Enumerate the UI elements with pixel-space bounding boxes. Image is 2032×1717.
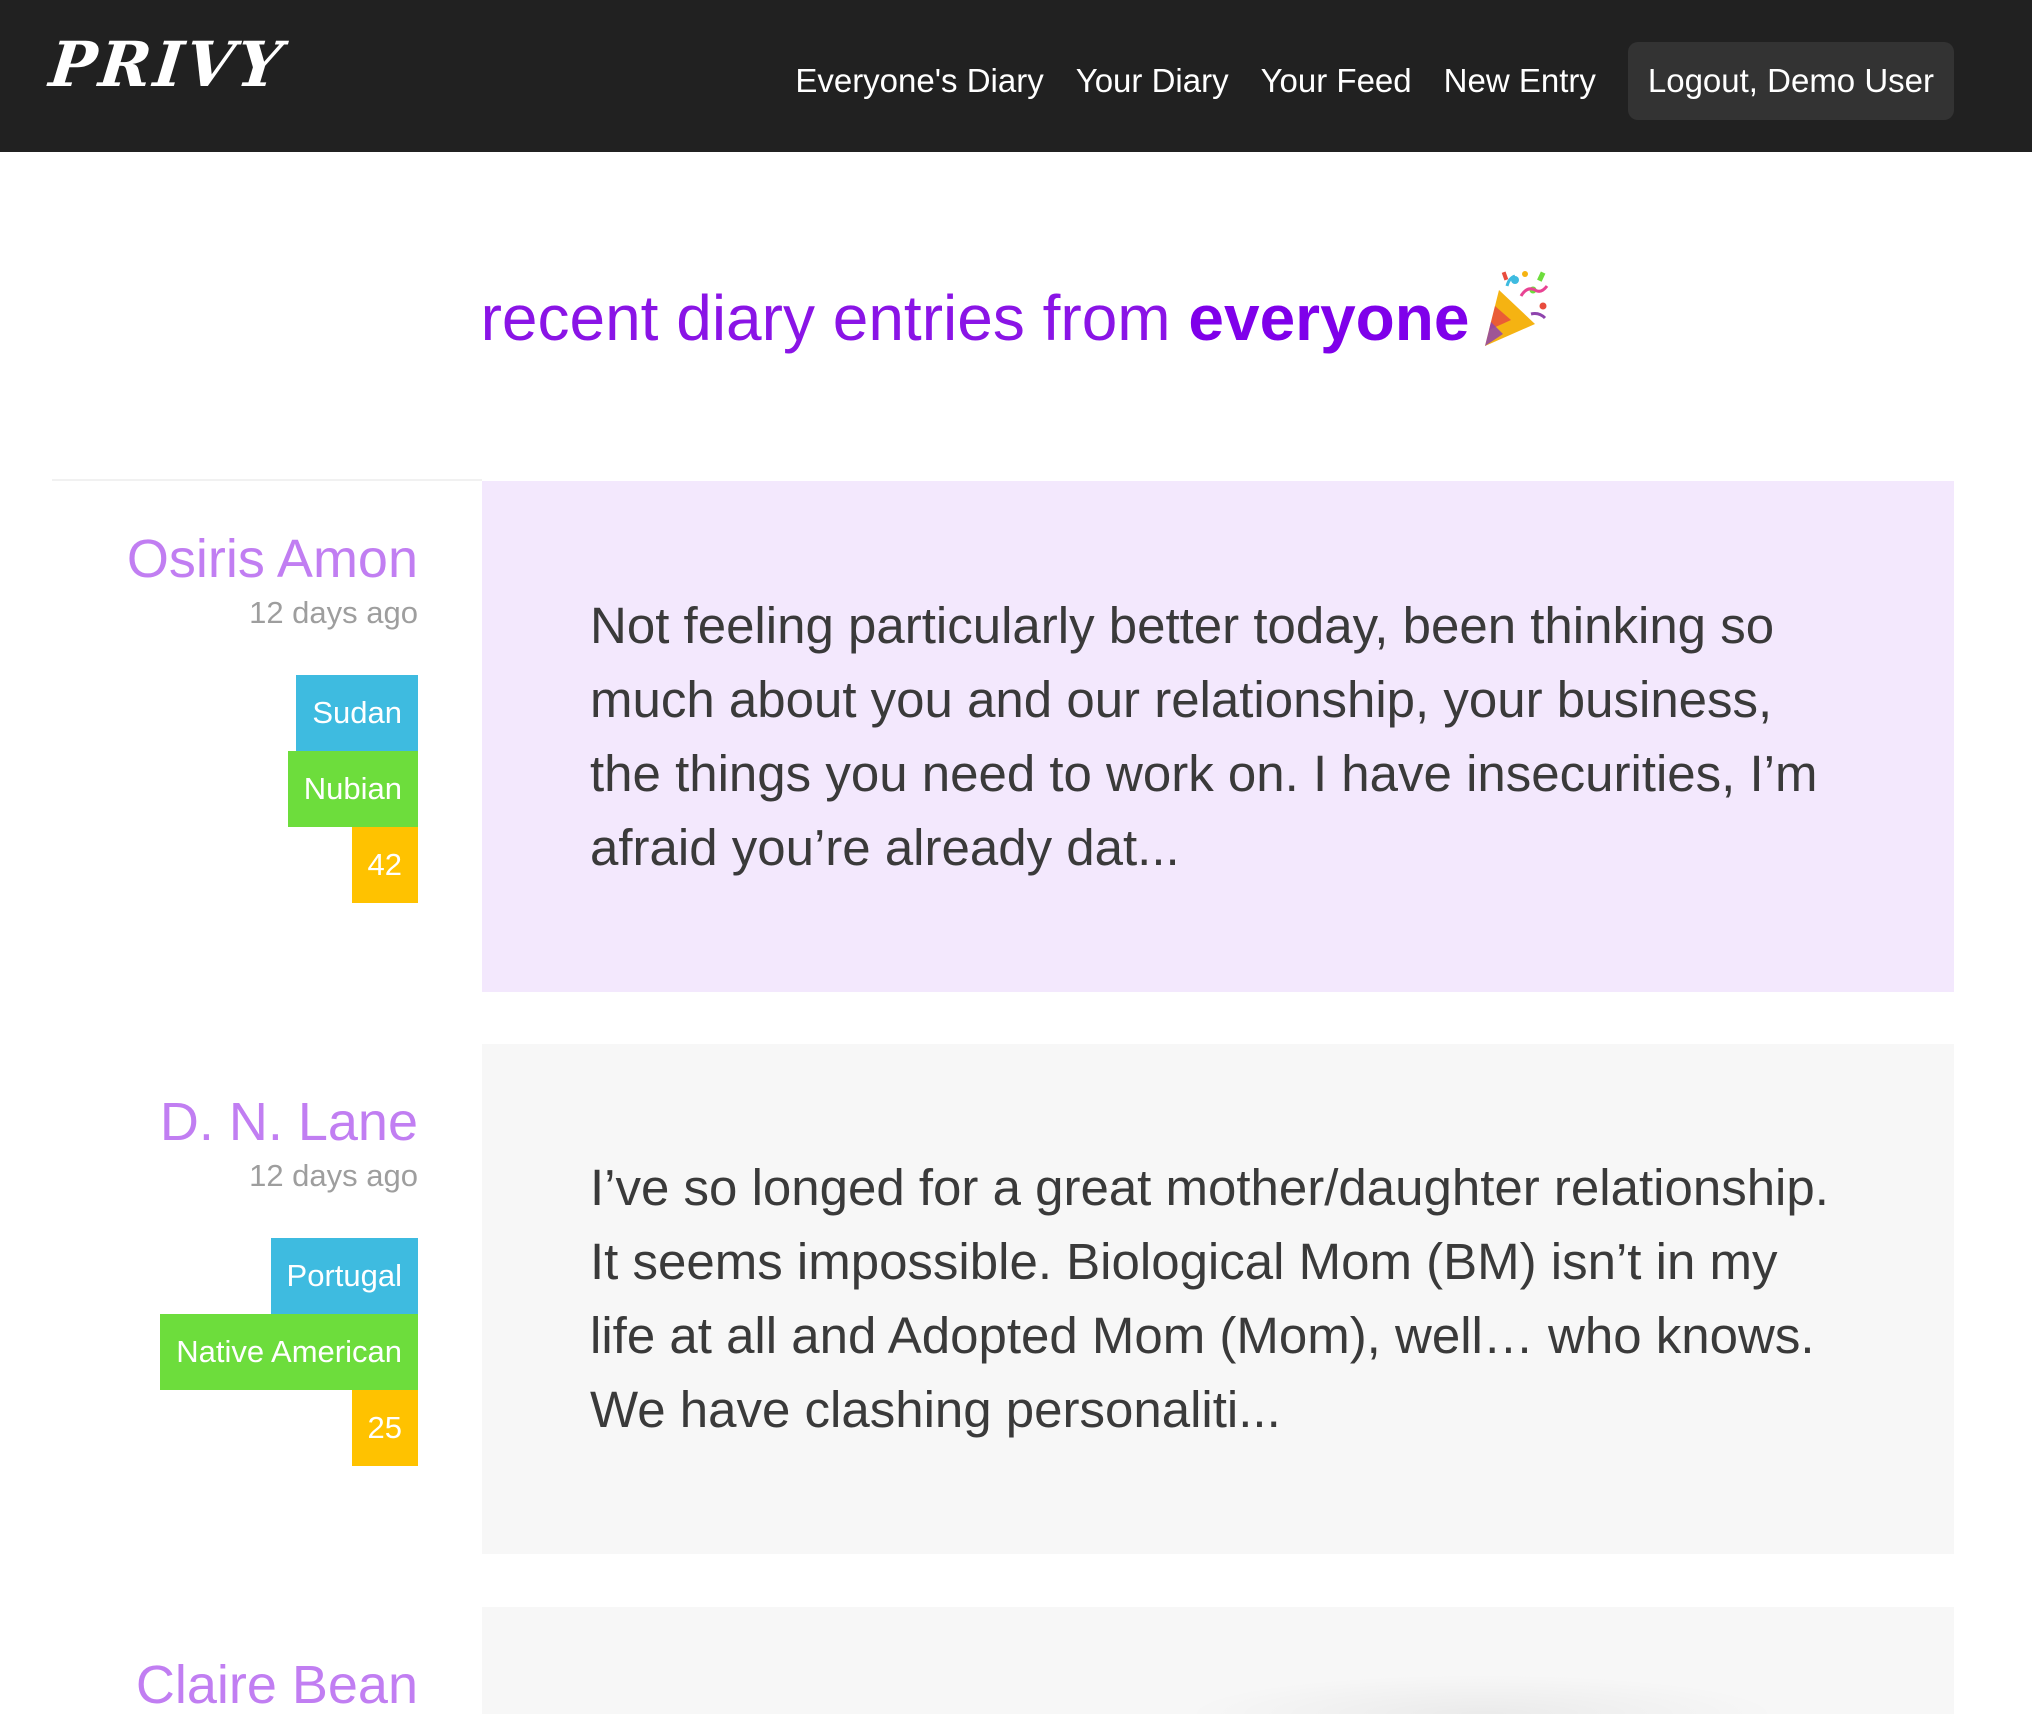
entry-card[interactable]: I’ve so longed for a great mother/daught… [482,1044,1954,1554]
tag-age: 42 [351,827,418,903]
logout-button[interactable]: Logout, Demo User [1627,42,1954,120]
card-shadow [1182,1674,1782,1714]
party-popper-icon [1481,268,1551,348]
entry-timestamp: 12 days ago [249,1158,418,1193]
author-name[interactable]: D. N. Lane [18,1090,418,1154]
author-tags: Portugal Native American 25 [18,1238,418,1466]
entry-excerpt: Not feeling particularly better today, b… [590,596,1818,876]
nav-link-new-entry[interactable]: New Entry [1444,62,1596,100]
author-tags: Sudan Nubian 42 [18,675,418,903]
tag-ethnicity: Nubian [287,751,418,827]
page-title: recent diary entries from everyone [0,268,2032,366]
tag-ethnicity: Native American [160,1314,418,1390]
page-title-emphasis: everyone [1188,282,1470,354]
author-name[interactable]: Claire Bean [18,1653,418,1717]
entry-timestamp: 12 days ago [249,595,418,630]
author-name[interactable]: Osiris Amon [18,527,418,591]
nav-link-your-feed[interactable]: Your Feed [1261,62,1412,100]
tag-age: 25 [351,1390,418,1466]
feed-divider [52,479,482,481]
tag-country: Sudan [296,675,418,751]
brand-logo[interactable]: PRIVY [46,28,288,101]
page-title-prefix: recent diary entries from [480,282,1189,354]
nav-links: Everyone's Diary Your Diary Your Feed Ne… [795,42,1954,120]
entry-author-info: Claire Bean [18,1653,418,1717]
entry-author-info: Osiris Amon 12 days ago Sudan Nubian 42 [18,527,418,903]
entry-card[interactable] [482,1607,1954,1714]
entry-excerpt: I’ve so longed for a great mother/daught… [590,1159,1829,1438]
entry-card[interactable]: Not feeling particularly better today, b… [482,481,1954,992]
entry-author-info: D. N. Lane 12 days ago Portugal Native A… [18,1090,418,1466]
nav-link-everyones-diary[interactable]: Everyone's Diary [795,62,1043,100]
nav-link-your-diary[interactable]: Your Diary [1076,62,1229,100]
top-navbar: PRIVY Everyone's Diary Your Diary Your F… [0,0,2032,152]
tag-country: Portugal [270,1238,418,1314]
